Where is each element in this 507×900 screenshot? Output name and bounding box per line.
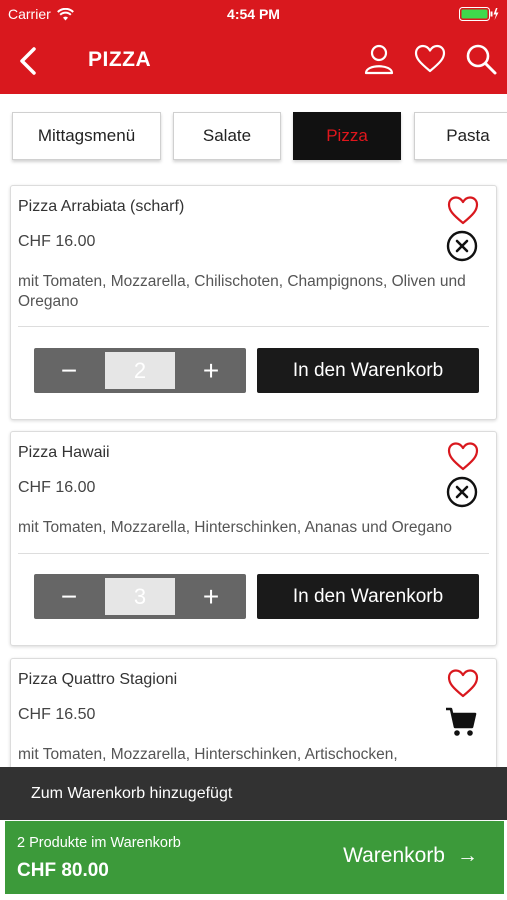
tab-label: Mittagsmenü <box>37 126 136 145</box>
product-card: Pizza Arrabiata (scharf) CHF 16.00 mit T… <box>10 185 497 420</box>
cart-summary-bar[interactable]: 2 Produkte im Warenkorb CHF 80.00 Warenk… <box>5 821 504 894</box>
category-tabs: Mittagsmenü Salate Pizza Pasta <box>0 94 507 174</box>
toast-message: Zum Warenkorb hinzugefügt <box>31 784 233 802</box>
increase-button[interactable]: + <box>176 574 246 619</box>
quantity-value[interactable]: 2 <box>105 352 175 389</box>
snackbar-toast: Zum Warenkorb hinzugefügt <box>0 767 507 820</box>
remove-circle-icon[interactable] <box>446 230 478 262</box>
tab-pasta[interactable]: Pasta <box>414 112 507 160</box>
divider <box>18 553 489 554</box>
cart-count-text: 2 Produkte im Warenkorb <box>17 835 181 851</box>
tab-mittagsmenu[interactable]: Mittagsmenü <box>12 112 161 160</box>
battery-icon <box>459 7 499 21</box>
status-bar: Carrier 4:54 PM <box>0 0 507 28</box>
tab-pizza[interactable]: Pizza <box>293 112 401 160</box>
favorite-heart-icon[interactable] <box>446 667 480 699</box>
quantity-stepper: − 3 + <box>34 574 246 619</box>
product-card: Pizza Hawaii CHF 16.00 mit Tomaten, Mozz… <box>10 431 497 646</box>
remove-circle-icon[interactable] <box>446 476 478 508</box>
product-description: mit Tomaten, Mozzarella, Chilischoten, C… <box>18 273 466 310</box>
product-price: CHF 16.50 <box>18 706 96 723</box>
cart-icon[interactable] <box>444 705 478 739</box>
add-to-cart-button[interactable]: In den Warenkorb <box>257 574 479 619</box>
arrow-right-icon: → <box>457 844 478 867</box>
favorite-heart-icon[interactable] <box>446 194 480 226</box>
product-description: mit Tomaten, Mozzarella, Hinterschinken,… <box>18 746 398 763</box>
go-to-cart-button[interactable]: Warenkorb → <box>343 844 478 868</box>
product-price: CHF 16.00 <box>18 479 96 496</box>
quantity-value[interactable]: 3 <box>105 578 175 615</box>
page-title: PIZZA <box>88 48 152 71</box>
cart-total: CHF 80.00 <box>17 860 109 881</box>
product-name: Pizza Arrabiata (scharf) <box>18 198 185 215</box>
search-icon[interactable] <box>464 42 498 76</box>
product-name: Pizza Quattro Stagioni <box>18 671 178 688</box>
tab-label: Pasta <box>446 126 490 145</box>
tab-label: Salate <box>202 126 252 145</box>
decrease-button[interactable]: − <box>34 348 104 393</box>
product-name: Pizza Hawaii <box>18 444 110 461</box>
favorites-heart-icon[interactable] <box>413 42 447 76</box>
go-to-cart-label: Warenkorb <box>343 844 445 867</box>
header-bar: PIZZA <box>0 28 507 94</box>
user-icon[interactable] <box>362 42 396 76</box>
increase-button[interactable]: + <box>176 348 246 393</box>
divider <box>18 326 489 327</box>
product-description: mit Tomaten, Mozzarella, Hinterschinken,… <box>18 519 452 536</box>
back-icon[interactable] <box>14 44 44 78</box>
quantity-stepper: − 2 + <box>34 348 246 393</box>
tab-salate[interactable]: Salate <box>173 112 281 160</box>
clock: 4:54 PM <box>227 6 280 22</box>
tab-label: Pizza <box>326 126 368 145</box>
product-price: CHF 16.00 <box>18 233 96 250</box>
favorite-heart-icon[interactable] <box>446 440 480 472</box>
add-to-cart-button[interactable]: In den Warenkorb <box>257 348 479 393</box>
decrease-button[interactable]: − <box>34 574 104 619</box>
